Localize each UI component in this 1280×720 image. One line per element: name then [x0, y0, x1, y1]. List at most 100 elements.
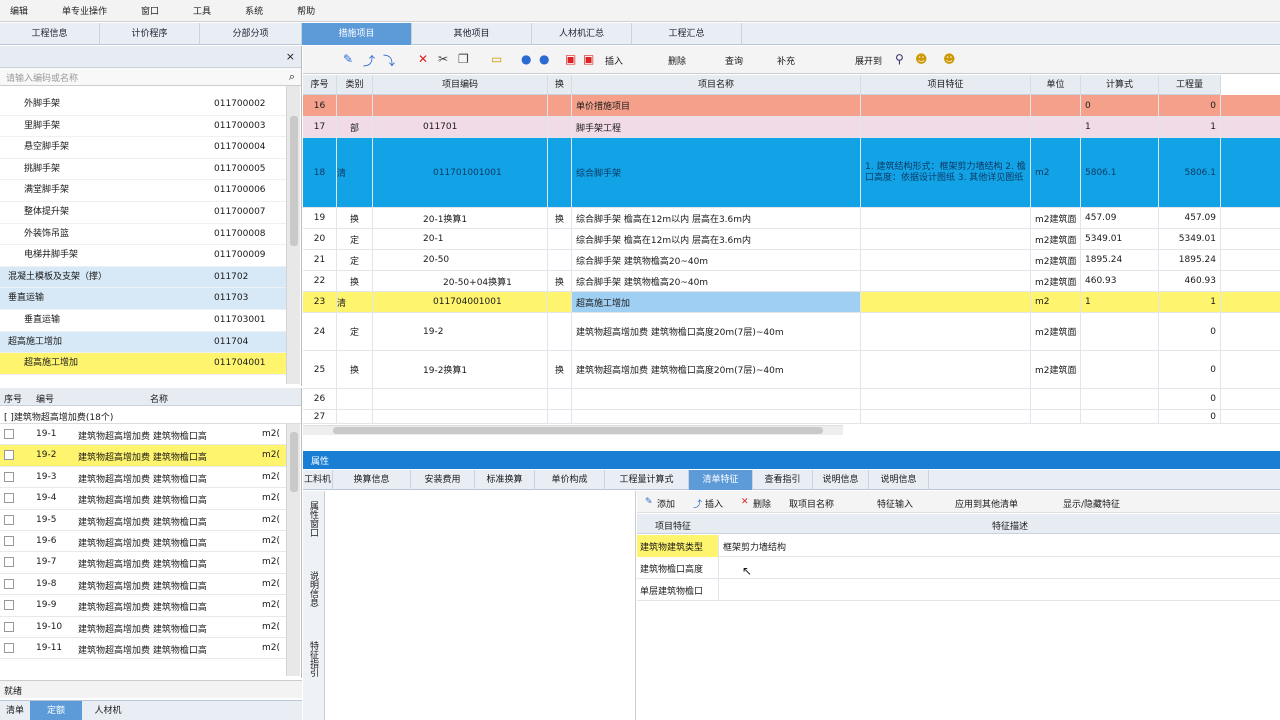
quota-row[interactable]: 19-3 建筑物超高增加费 建筑物檐口高 m2(: [0, 467, 286, 489]
cell-name[interactable]: 脚手架工程: [572, 117, 861, 137]
quota-scrollbar[interactable]: [286, 424, 300, 676]
cell-code[interactable]: [373, 410, 548, 423]
grid-row[interactable]: 26 0: [303, 389, 1280, 410]
row-checkbox[interactable]: [4, 578, 14, 589]
cell-huan[interactable]: [548, 229, 572, 249]
cell-code[interactable]: [373, 389, 548, 409]
tree-item[interactable]: 超高施工增加 011704001: [0, 353, 286, 375]
vtab-property-window[interactable]: 属性窗口: [307, 501, 320, 537]
toggle-features-button[interactable]: 显示/隐藏特征: [1063, 497, 1120, 510]
cell-code[interactable]: 20-50+04换算1: [373, 271, 548, 291]
cell-huan[interactable]: [548, 313, 572, 350]
add-feature-button[interactable]: 添加: [657, 497, 675, 510]
cell-qty[interactable]: 5349.01: [1159, 229, 1221, 249]
copy-icon[interactable]: ❐: [458, 52, 469, 66]
cell-type[interactable]: 换: [337, 208, 373, 228]
take-item-name-button[interactable]: 取项目名称: [789, 497, 834, 510]
cell-huan[interactable]: [548, 410, 572, 423]
tab-labor-material-machine[interactable]: 人材机: [82, 701, 134, 720]
cell-feature[interactable]: [861, 389, 1031, 409]
grid-row[interactable]: 24 定 19-2 建筑物超高增加费 建筑物檐口高度20m(7层)~40m m2建筑面 0: [303, 313, 1280, 351]
tab-other-items[interactable]: 其他项目: [412, 23, 532, 45]
quota-row[interactable]: 19-7 建筑物超高增加费 建筑物檐口高 m2(: [0, 552, 286, 574]
grid-row[interactable]: 20 定 20-1 综合脚手架 檐高在12m以内 层高在3.6m内 m2建筑面 5349.…: [303, 229, 1280, 250]
cell-qty[interactable]: 0: [1159, 313, 1221, 350]
toolbar-query[interactable]: 查询: [725, 54, 743, 67]
cell-qty[interactable]: 0: [1159, 95, 1221, 116]
lock-icon[interactable]: ▣: [565, 52, 576, 66]
cell-feature[interactable]: [861, 208, 1031, 228]
cell-qty[interactable]: 457.09: [1159, 208, 1221, 228]
grid-row[interactable]: 22 换 20-50+04换算1 换综合脚手架 建筑物檐高20~40m m2建筑面 460…: [303, 271, 1280, 292]
cell-code[interactable]: 011701: [373, 117, 548, 137]
cell-num[interactable]: 19: [303, 208, 337, 228]
folder-icon[interactable]: ▭: [491, 52, 502, 66]
vtab-notes[interactable]: 说明信息: [307, 571, 320, 607]
cell-qty[interactable]: 1895.24: [1159, 250, 1221, 270]
cell-code[interactable]: 20-1: [373, 229, 548, 249]
cell-feature[interactable]: [861, 250, 1031, 270]
row-checkbox[interactable]: [4, 643, 14, 653]
tab-sub-items[interactable]: 分部分项: [200, 23, 302, 45]
tab-glj[interactable]: 工料机: [303, 470, 333, 490]
cell-feature[interactable]: [861, 292, 1031, 312]
quota-row[interactable]: 19-10 建筑物超高增加费 建筑物檐口高 m2(: [0, 617, 286, 638]
feature-value[interactable]: 框架剪力墙结构: [723, 540, 786, 553]
cell-code[interactable]: 20-50: [373, 250, 548, 270]
tab-install-cost[interactable]: 安装费用: [411, 470, 475, 490]
cell-feature[interactable]: [861, 95, 1031, 116]
cell-type[interactable]: 换: [337, 351, 373, 388]
grid-row[interactable]: 16 单价措施项目 0 0: [303, 95, 1280, 117]
feature-row[interactable]: 建筑物建筑类型 框架剪力墙结构: [637, 535, 1280, 557]
cell-unit[interactable]: [1031, 117, 1081, 137]
cell-num[interactable]: 20: [303, 229, 337, 249]
add-feature-icon[interactable]: ✎: [645, 497, 653, 507]
cell-name[interactable]: 综合脚手架: [572, 138, 861, 207]
grid-row[interactable]: 23清011704001001超高施工增加m2112: [303, 292, 1280, 313]
cell-unit[interactable]: m2: [1031, 138, 1081, 207]
row-checkbox[interactable]: [4, 493, 14, 504]
feature-input-button[interactable]: 特征输入: [877, 497, 913, 510]
cell-name[interactable]: [572, 410, 861, 423]
cell-formula[interactable]: 5349.01: [1081, 229, 1159, 249]
tree-item[interactable]: 里脚手架 011700003: [0, 116, 286, 138]
cell-name[interactable]: 综合脚手架 檐高在12m以内 层高在3.6m内: [572, 208, 861, 228]
tab-conversion-info[interactable]: 换算信息: [333, 470, 411, 490]
cell-formula[interactable]: 460.93: [1081, 271, 1159, 291]
search-input[interactable]: 请输入编码或名称 ⌕: [0, 68, 301, 86]
grid-row[interactable]: 17 部 011701 脚手架工程 1 1: [303, 117, 1280, 138]
row-checkbox[interactable]: [4, 600, 14, 611]
cell-code[interactable]: [373, 95, 548, 116]
settings-icon[interactable]: ☻: [943, 52, 956, 66]
cell-type[interactable]: [337, 95, 373, 116]
grid-row[interactable]: 25 换 19-2换算1 换建筑物超高增加费 建筑物檐口高度20m(7层)~40m m2…: [303, 351, 1280, 389]
delete-feature-button[interactable]: 删除: [753, 497, 771, 510]
cell-qty[interactable]: 5806.1: [1159, 138, 1221, 207]
binoculars-icon[interactable]: ⚲: [895, 52, 904, 66]
cell-huan[interactable]: [548, 389, 572, 409]
cell-huan[interactable]: [548, 250, 572, 270]
row-checkbox[interactable]: [4, 557, 14, 568]
cell-formula[interactable]: [1081, 410, 1159, 423]
toolbar-delete[interactable]: 删除: [668, 54, 686, 67]
cell-feature[interactable]: [861, 229, 1031, 249]
cell-qty[interactable]: 1: [1159, 292, 1221, 312]
tab-quota[interactable]: 定额: [30, 701, 82, 720]
unlock-icon[interactable]: ▣: [583, 52, 594, 66]
grid-row[interactable]: 21 定 20-50 综合脚手架 建筑物檐高20~40m m2建筑面 1895.24 189…: [303, 250, 1280, 271]
quota-row[interactable]: 19-4 建筑物超高增加费 建筑物檐口高 m2(: [0, 488, 286, 510]
cell-huan[interactable]: 换: [548, 208, 572, 228]
quota-row[interactable]: 19-8 建筑物超高增加费 建筑物檐口高 m2(: [0, 574, 286, 596]
grid-row[interactable]: 27 0: [303, 410, 1280, 424]
cell-code[interactable]: 20-1换算1: [373, 208, 548, 228]
cut-icon[interactable]: ✂: [438, 52, 448, 66]
cell-num[interactable]: 21: [303, 250, 337, 270]
scroll-thumb[interactable]: [290, 116, 298, 246]
cell-unit[interactable]: m2建筑面: [1031, 271, 1081, 291]
quota-row[interactable]: 19-2 建筑物超高增加费 建筑物檐口高 m2(: [0, 445, 286, 467]
tab-project-info[interactable]: 工程信息: [0, 23, 100, 45]
quota-row[interactable]: 19-11 建筑物超高增加费 建筑物檐口高 m2(: [0, 638, 286, 660]
menu-help[interactable]: 帮助: [297, 4, 315, 17]
cell-huan[interactable]: 换: [548, 351, 572, 388]
menu-window[interactable]: 窗口: [141, 4, 159, 17]
